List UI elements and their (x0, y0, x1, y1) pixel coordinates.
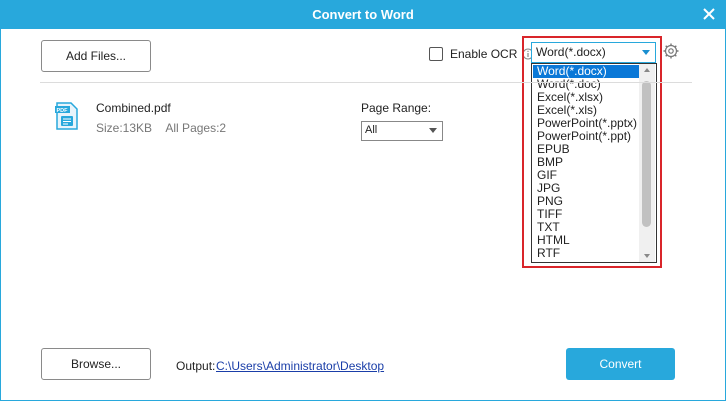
file-pages: All Pages:2 (165, 121, 227, 135)
browse-button[interactable]: Browse... (41, 348, 151, 380)
ocr-checkbox[interactable] (429, 47, 443, 61)
format-dropdown-list[interactable]: Word(*.docx) Word(*.doc) Excel(*.xlsx) E… (531, 63, 657, 263)
page-range-value: All (365, 124, 378, 136)
scroll-up-icon[interactable] (644, 68, 650, 72)
file-meta: Size:13KB All Pages:2 (96, 121, 226, 135)
format-option-rtf[interactable]: RTF (533, 247, 642, 260)
gear-icon[interactable] (662, 42, 680, 60)
pdf-file-icon: PDF (55, 102, 78, 130)
scroll-down-icon[interactable] (644, 254, 650, 258)
dropdown-scrollbar[interactable] (639, 64, 655, 262)
window-title: Convert to Word (312, 7, 414, 22)
toolbar-divider (40, 82, 692, 83)
file-size: Size:13KB (96, 121, 153, 135)
file-name: Combined.pdf (96, 101, 171, 115)
enable-ocr-control[interactable]: Enable OCR (429, 46, 534, 62)
convert-button[interactable]: Convert (566, 348, 675, 380)
chevron-down-icon (429, 128, 437, 133)
chevron-down-icon (642, 50, 650, 55)
close-icon[interactable] (700, 5, 718, 23)
add-files-button[interactable]: Add Files... (41, 40, 151, 72)
page-range-select[interactable]: All (361, 121, 443, 141)
svg-text:PDF: PDF (57, 108, 69, 114)
output-path-link[interactable]: C:\Users\Administrator\Desktop (216, 359, 384, 373)
title-bar: Convert to Word (0, 0, 726, 29)
format-select[interactable]: Word(*.docx) (531, 42, 656, 63)
scrollbar-thumb[interactable] (642, 81, 651, 227)
output-label: Output: (176, 359, 216, 373)
format-select-value: Word(*.docx) (536, 45, 606, 59)
ocr-label: Enable OCR (450, 47, 518, 61)
page-range-label: Page Range: (361, 101, 432, 115)
